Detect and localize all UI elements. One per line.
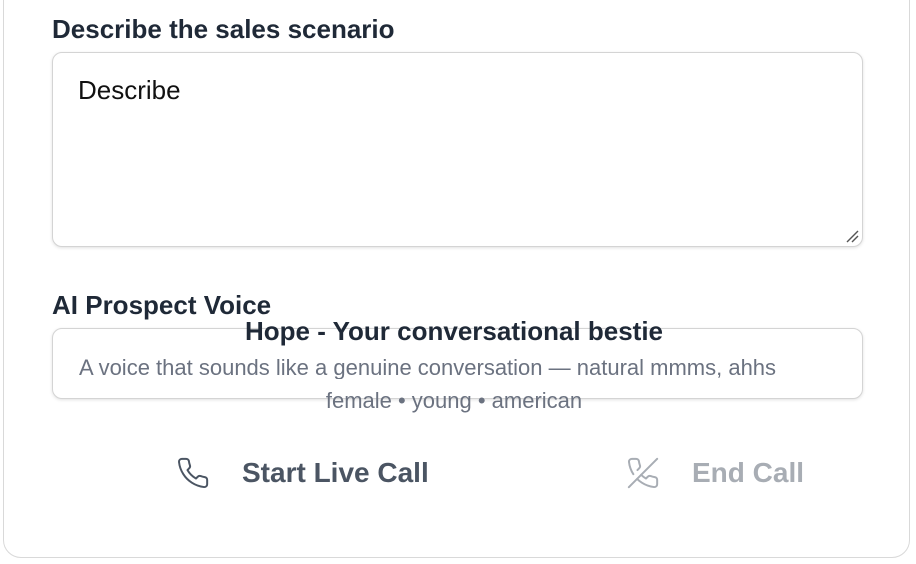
end-call-button[interactable]: End Call — [626, 446, 804, 500]
voice-description: A voice that sounds like a genuine conve… — [79, 357, 777, 379]
resize-handle-icon[interactable] — [845, 229, 859, 243]
scenario-textarea[interactable]: Describe — [53, 53, 862, 246]
scenario-textarea-container: Describe — [52, 52, 863, 247]
voice-title: Hope - Your conversational bestie — [244, 316, 664, 346]
end-call-label: End Call — [692, 457, 805, 488]
start-live-call-label: Start Live Call — [242, 457, 429, 488]
phone-icon — [178, 457, 209, 489]
scenario-label: Describe the sales scenario — [52, 14, 395, 44]
start-live-call-button[interactable]: Start Live Call — [176, 446, 429, 500]
phone-off-icon — [627, 457, 659, 489]
voice-label: AI Prospect Voice — [52, 290, 272, 320]
voice-meta: female • young • american — [325, 388, 583, 413]
